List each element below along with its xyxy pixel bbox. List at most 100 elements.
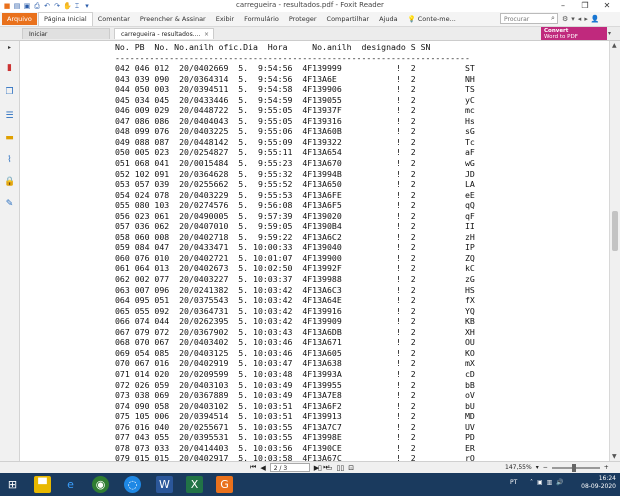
table-row: 057 036 062 20/0407010 5. 9:59:05 4F1390… <box>115 221 475 232</box>
separator-line: ----------------------------------------… <box>115 52 470 63</box>
foxit-reader-icon[interactable]: G <box>216 476 233 493</box>
security-lock-icon[interactable]: 🔒 <box>4 177 15 187</box>
window-controls: – ❐ ✕ <box>552 0 618 11</box>
tab-share[interactable]: Compartilhar <box>322 12 375 26</box>
table-row: 052 102 091 20/0364628 5. 9:55:32 4F1399… <box>115 168 475 179</box>
search-input[interactable]: Procurar <box>500 13 558 24</box>
table-row: 079 015 015 20/0402917 5. 10:03:58 4F13A… <box>115 453 475 461</box>
tray-up-icon[interactable]: ˄ <box>530 479 533 486</box>
zoom-control: 147,55% ▾ − + <box>505 463 609 473</box>
lightbulb-icon: 💡 <box>407 15 416 23</box>
table-row: 066 074 044 20/0262395 5. 10:03:42 4F139… <box>115 316 475 327</box>
excel-icon[interactable]: X <box>186 476 203 493</box>
zoom-slider[interactable] <box>551 464 600 472</box>
network-icon[interactable]: ▥ <box>547 479 553 486</box>
table-row: 053 057 039 20/0255662 5. 9:55:52 4F13A6… <box>115 179 475 190</box>
volume-icon[interactable]: 🔊 <box>556 479 563 486</box>
attachments-icon[interactable]: ⌇ <box>4 155 15 165</box>
app-icon[interactable]: ◌ <box>124 476 141 493</box>
table-row: 065 055 092 20/0364731 5. 10:03:42 4F139… <box>115 305 475 316</box>
table-row: 054 024 078 20/0403229 5. 9:55:53 4F13A6… <box>115 189 475 200</box>
file-explorer-icon[interactable]: ▀ <box>34 476 51 493</box>
tab-view[interactable]: Exibir <box>211 12 239 26</box>
scroll-down-icon[interactable]: ▼ <box>612 453 617 460</box>
fit-icon[interactable]: ⊡ <box>348 463 354 473</box>
tray-app-icon[interactable]: ▣ <box>537 479 543 486</box>
table-row: 050 005 023 20/0254827 5. 9:55:11 4F13A6… <box>115 147 475 158</box>
table-row: 051 068 041 20/0015484 5. 9:55:23 4F13A6… <box>115 158 475 169</box>
tab-form[interactable]: Formulário <box>239 12 284 26</box>
table-row: 048 099 076 20/0403225 5. 9:55:06 4F13A6… <box>115 126 475 137</box>
tab-document[interactable]: carregueira - resultados.... × <box>114 28 214 39</box>
pages-icon[interactable]: ❐ <box>4 87 15 97</box>
document-tab-bar: Iniciar carregueira - resultados.... × C… <box>0 27 620 41</box>
facing-icon[interactable]: ▯▯ <box>336 463 344 473</box>
chrome-icon[interactable]: ◉ <box>92 476 109 493</box>
tab-protect[interactable]: Proteger <box>284 12 322 26</box>
table-row: 056 023 061 20/0490005 5. 9:57:39 4F1390… <box>115 210 475 221</box>
tab-comment[interactable]: Comentar <box>93 12 135 26</box>
tab-start[interactable]: Iniciar <box>22 28 110 39</box>
next-icon[interactable]: ▸ <box>584 13 588 25</box>
scroll-up-icon[interactable]: ▲ <box>612 42 617 49</box>
tab-list-caret-icon[interactable]: ▾ <box>608 30 611 37</box>
vertical-scrollbar[interactable]: ▲ ▼ <box>609 41 620 461</box>
caret-icon[interactable]: ▾ <box>571 13 575 25</box>
settings-icon[interactable]: ⚙ <box>562 13 568 25</box>
signature-icon[interactable]: ✎ <box>4 199 15 209</box>
single-page-icon[interactable]: ▯ <box>318 463 322 473</box>
scroll-thumb[interactable] <box>612 211 618 251</box>
table-row: 046 009 029 20/0448722 5. 9:55:05 4F1393… <box>115 105 475 116</box>
first-page-icon[interactable]: ⏮ <box>250 463 256 472</box>
tell-me-input[interactable]: 💡 Conte-me... <box>403 12 461 26</box>
language-indicator[interactable]: PT <box>510 479 517 486</box>
minimize-button[interactable]: – <box>552 0 574 11</box>
expand-panel-icon[interactable]: ▸ <box>8 44 11 51</box>
close-button[interactable]: ✕ <box>596 0 618 11</box>
table-row: 073 038 069 20/0367889 5. 10:03:49 4F13A… <box>115 390 475 401</box>
table-row: 070 067 016 20/0402919 5. 10:03:47 4F13A… <box>115 358 475 369</box>
table-row: 049 088 087 20/0448142 5. 9:55:09 4F1393… <box>115 136 475 147</box>
word-icon[interactable]: W <box>156 476 173 493</box>
convert-word-to-pdf-button[interactable]: Convert Word to PDF <box>541 27 607 40</box>
table-row: 061 064 013 20/0402673 5. 10:02:50 4F139… <box>115 263 475 274</box>
continuous-icon[interactable]: ▭ <box>326 463 333 473</box>
prev-icon[interactable]: ◂ <box>578 13 582 25</box>
table-row: 072 026 059 20/0403103 5. 10:03:49 4F139… <box>115 379 475 390</box>
zoom-caret-icon[interactable]: ▾ <box>536 463 539 473</box>
document-text: No. PB No. No.anilh ofic.Dia Hora No.ani… <box>115 42 475 461</box>
clock[interactable]: 16:24 08-09-2020 <box>581 475 616 491</box>
zoom-level[interactable]: 147,55% <box>505 463 532 473</box>
taskbar: ⊞ ▀ e ◉ ◌ W X G PT ˄ ▣ ▥ 🔊 16:24 08-09-2… <box>0 473 620 496</box>
left-panel-toolbar: ▸ ▮ ❐ ☰ ▬ ⌇ 🔒 ✎ <box>0 41 20 461</box>
table-row: 078 073 033 20/0414403 5. 10:03:56 4F139… <box>115 442 475 453</box>
tab-document-label: carregueira - resultados.... <box>121 31 201 38</box>
tab-home[interactable]: Página Inicial <box>38 12 93 26</box>
tab-help[interactable]: Ajuda <box>374 12 402 26</box>
ribbon-tabs: Arquivo Página Inicial Comentar Preenche… <box>0 12 620 27</box>
window-title: carregueira - resultados.pdf - Foxit Rea… <box>236 1 384 9</box>
clock-time: 16:24 <box>598 475 616 482</box>
table-row: 068 070 067 20/0403402 5. 10:03:46 4F13A… <box>115 337 475 348</box>
edge-icon[interactable]: e <box>62 476 79 493</box>
maximize-button[interactable]: ❐ <box>574 0 596 11</box>
close-tab-icon[interactable]: × <box>204 29 209 40</box>
windows-start-icon[interactable]: ⊞ <box>4 476 21 493</box>
table-row: 059 084 047 20/0433471 5. 10:00:33 4F139… <box>115 242 475 253</box>
system-tray-icons: ˄ ▣ ▥ 🔊 <box>530 479 564 486</box>
layers-icon[interactable]: ☰ <box>4 111 15 121</box>
tab-fill-sign[interactable]: Preencher & Assinar <box>135 12 211 26</box>
document-view[interactable]: No. PB No. No.anilh ofic.Dia Hora No.ani… <box>20 41 609 461</box>
page-number-input[interactable]: 2 / 3 <box>269 463 310 472</box>
zoom-out-icon[interactable]: − <box>543 463 548 473</box>
table-row: 077 043 055 20/0395531 5. 10:03:55 4F139… <box>115 432 475 443</box>
convert-sublabel: Word to PDF <box>544 34 578 40</box>
comments-icon[interactable]: ▬ <box>4 133 15 143</box>
zoom-in-icon[interactable]: + <box>604 463 609 473</box>
file-tab[interactable]: Arquivo <box>2 13 37 25</box>
account-icon[interactable]: 👤 <box>591 13 600 25</box>
prev-page-icon[interactable]: ◀ <box>260 464 265 472</box>
clock-date: 08-09-2020 <box>581 483 616 490</box>
bookmark-icon[interactable]: ▮ <box>4 63 15 73</box>
search-icon[interactable]: ⌕ <box>551 14 555 23</box>
